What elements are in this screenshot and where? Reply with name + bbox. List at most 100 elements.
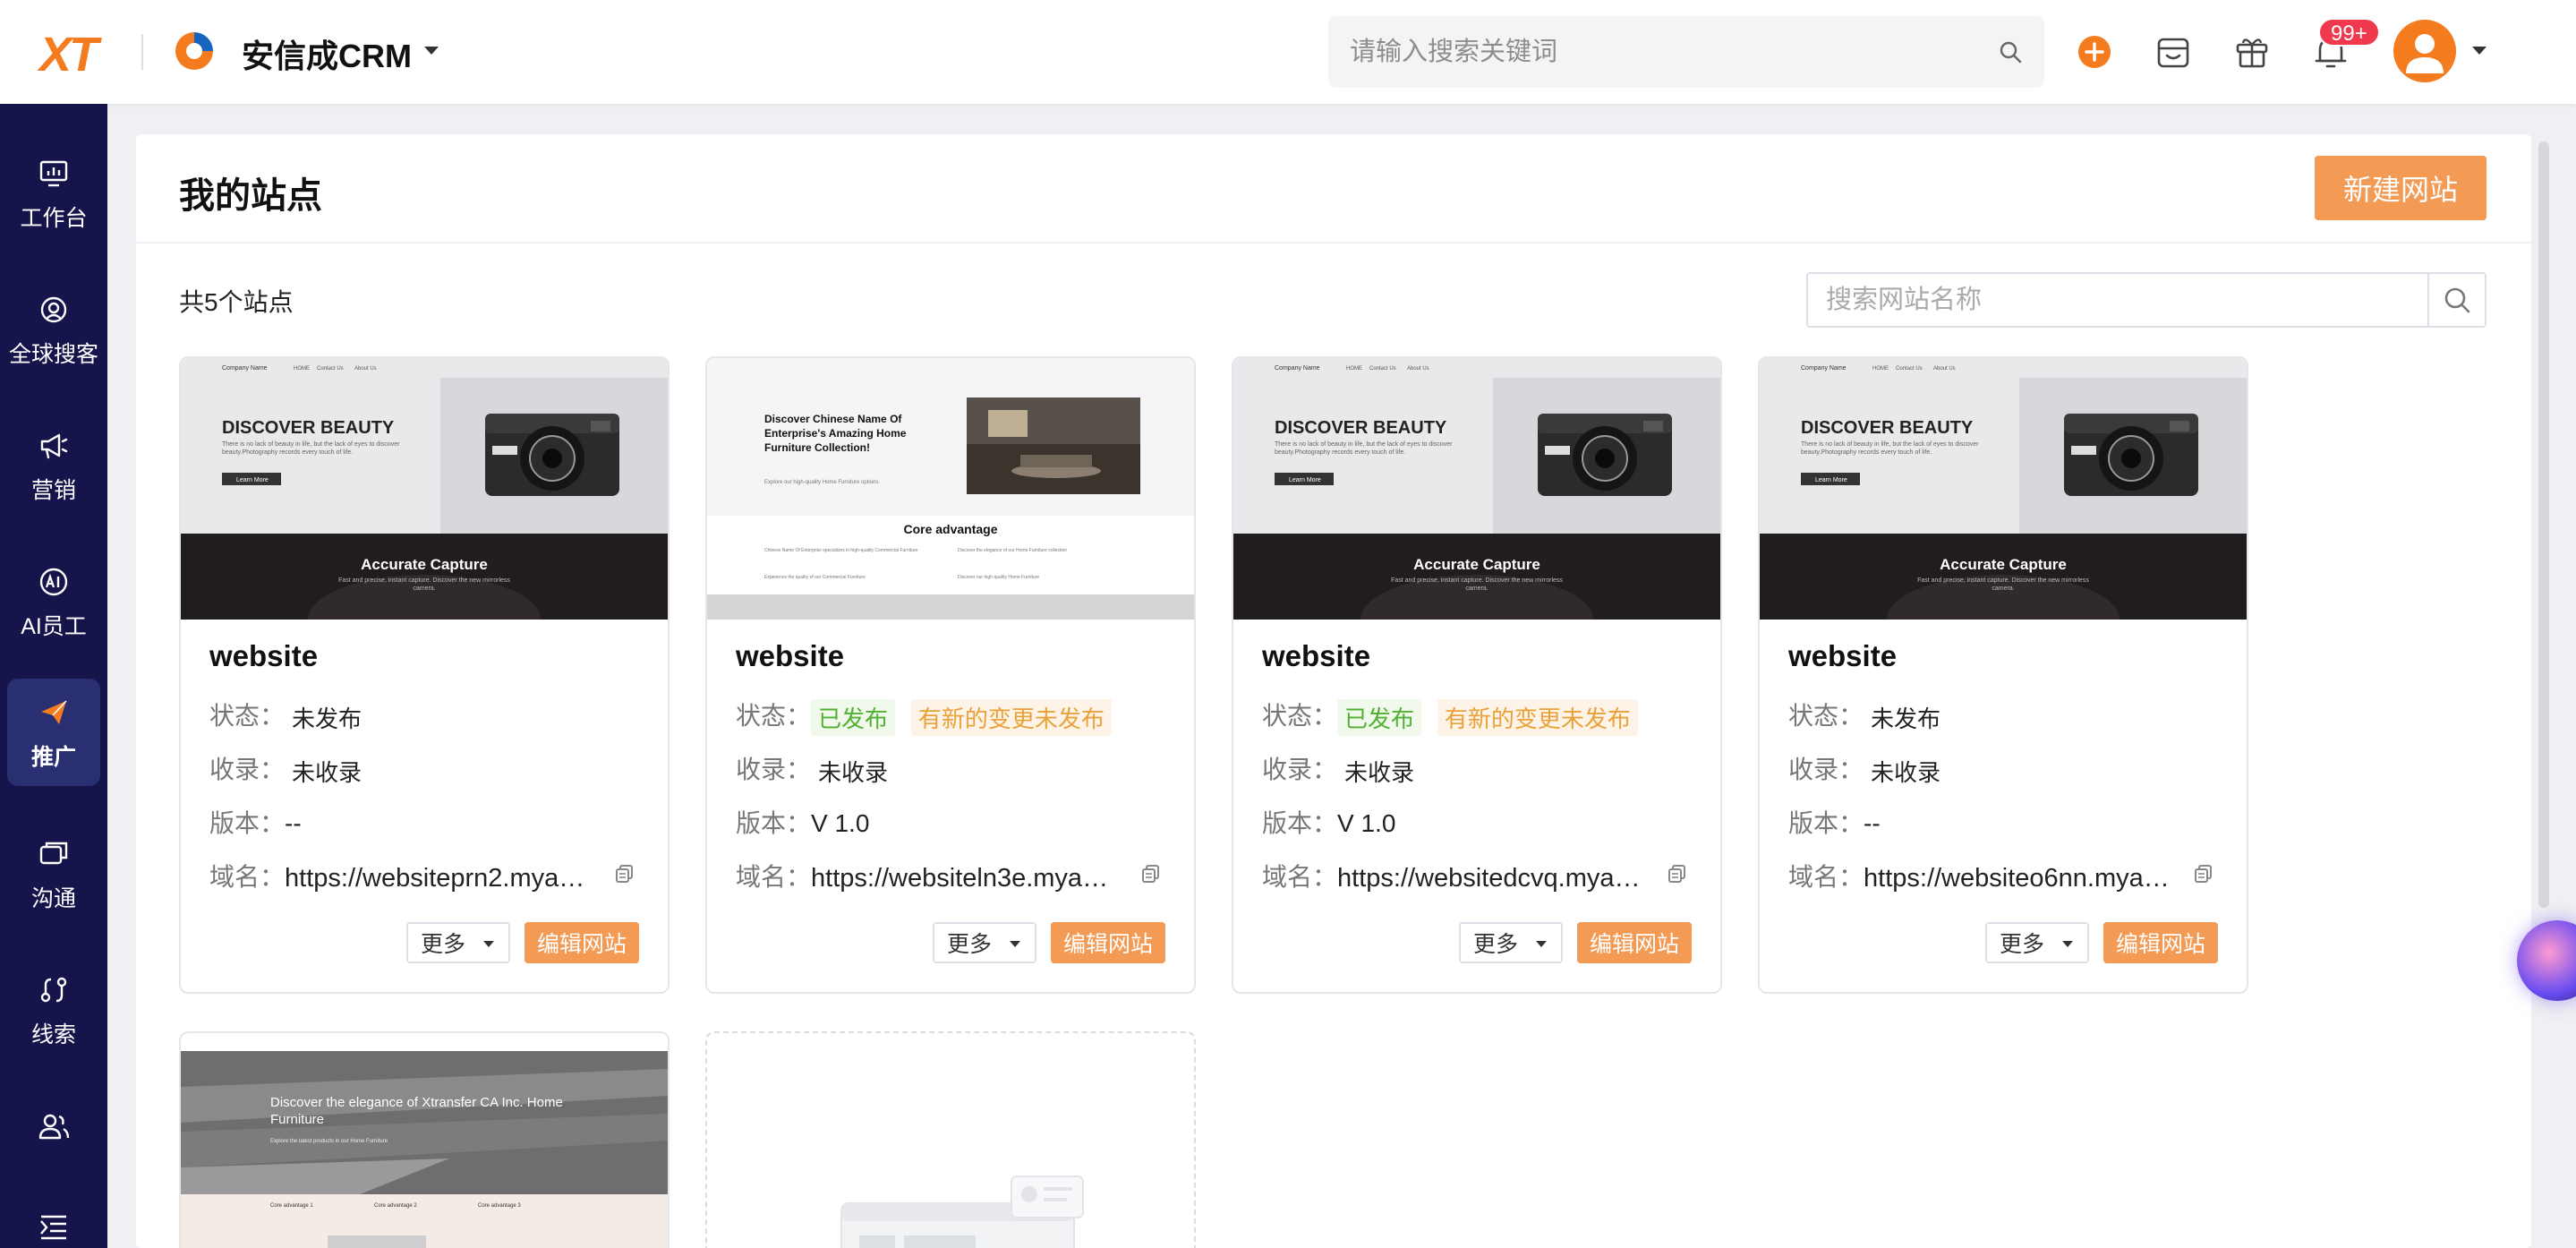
sidebar-item-label: AI员工 [21,614,87,639]
camera-illustration [485,414,619,496]
site-search-input[interactable] [1826,274,2417,326]
thumb-company: Company Name [222,365,268,372]
indexed-row: 收录： 未收录 [1788,750,1948,790]
thumb-hero-title: Discover the elegance of Xtransfer CA In… [270,1095,563,1127]
copy-icon[interactable] [2193,863,2214,885]
site-thumbnail[interactable]: Company Name HOME Contact Us About Us DI… [1760,358,2247,620]
sidebar-item-workbench[interactable]: 工作台 [7,140,100,247]
scrollbar[interactable] [2538,141,2549,908]
contacts-icon [38,1114,70,1140]
version-row: 版本：-- [1788,804,1881,840]
domain-link[interactable]: https://websitedcvq.myadmin.cn [1337,864,1645,893]
megaphone-icon [40,433,68,459]
more-button[interactable]: 更多 [1459,922,1563,963]
sidebar-item-collapse[interactable] [7,1192,100,1248]
more-button[interactable]: 更多 [1985,922,2089,963]
domain-link[interactable]: https://websiteprn2.myadmin.cn [285,864,593,893]
thumb-feature-1: Chinese Name Of Enterprise specializes i… [764,548,918,553]
sidebar-item-global-search[interactable]: 全球搜客 [7,276,100,383]
site-card[interactable]: Company Name HOME Contact Us About Us DI… [179,356,670,994]
indexed-label: 收录： [1788,756,1864,783]
site-thumbnail[interactable]: Discover the elegance of Xtransfer CA In… [181,1033,668,1248]
domain-label: 域名： [209,863,286,891]
version-label: 版本： [209,809,286,837]
thumb-hero-title: DISCOVER BEAUTY [1801,418,1974,438]
add-circle-icon[interactable] [2075,32,2114,72]
unpublished-changes-badge: 有新的变更未发布 [1437,699,1638,737]
paper-plane-icon [41,700,67,724]
indexed-row: 收录： 未收录 [209,750,369,790]
global-search-icon [40,296,67,323]
thumb-nav-home: HOME [1872,366,1889,372]
version-row: 版本：V 1.0 [736,804,869,840]
thumb-hero-sub: Explore the latest products in our Home … [270,1139,388,1144]
user-menu-chevron-icon[interactable] [2472,47,2486,55]
domain-label: 域名： [736,863,812,891]
chat-icon [39,842,68,865]
add-site-card[interactable] [705,1031,1196,1248]
more-label: 更多 [421,932,466,957]
sidebar-item-marketing[interactable]: 营销 [7,412,100,519]
sidebar: 工作台 全球搜客 营销 AI员工 推广 沟通 线索 [0,104,107,1248]
indexed-row: 收录： 未收录 [1262,750,1421,790]
app-title[interactable]: 安信成CRM [242,30,412,77]
more-button[interactable]: 更多 [933,922,1036,963]
thumb-feature-2: Core advantage 2 [374,1203,417,1209]
site-thumbnail[interactable]: Company Name HOME Contact Us About Us DI… [181,358,668,620]
avatar[interactable] [2393,20,2456,82]
more-label: 更多 [1473,932,1519,957]
indexed-row: 收录： 未收录 [736,750,895,790]
site-search-button[interactable] [2427,274,2485,326]
thumb-nav-home: HOME [1346,366,1362,372]
site-card[interactable]: Company Name HOME Contact Us About Us DI… [1232,356,1722,994]
furniture-photo [967,397,1140,494]
status-label: 状态： [1262,702,1338,730]
user-avatar-icon [2406,34,2444,73]
copy-icon[interactable] [614,863,635,885]
sidebar-item-communication[interactable]: 沟通 [7,820,100,927]
edit-site-button[interactable]: 编辑网站 [1577,922,1692,963]
sidebar-item-contacts[interactable] [7,1092,100,1200]
sidebar-item-leads[interactable]: 线索 [7,956,100,1064]
leads-icon [40,977,67,1003]
thumb-nav-contact: Contact Us [1896,366,1923,372]
status-label: 状态： [1788,702,1864,730]
site-thumbnail[interactable]: Company Name HOME Contact Us About Us DI… [1233,358,1720,620]
new-site-button[interactable]: 新建网站 [2315,156,2486,220]
store-icon[interactable] [2154,32,2193,72]
edit-site-button[interactable]: 编辑网站 [2103,922,2218,963]
indexed-value: 未收录 [818,759,889,787]
search-icon[interactable] [1998,39,2023,64]
status-label: 状态： [209,702,286,730]
version-value: V 1.0 [1337,809,1396,837]
sidebar-item-promotion[interactable]: 推广 [7,679,100,786]
thumb-nav-about: About Us [1933,366,1956,372]
thumb-hero-sub: There is no lack of beauty in life, but … [1275,441,1453,456]
divider [136,242,2531,244]
site-card[interactable]: Discover the elegance of Xtransfer CA In… [179,1031,670,1248]
thumb-band-title: Accurate Capture [361,556,488,573]
version-label: 版本： [1788,809,1864,837]
thumb-company: Company Name [1275,365,1320,372]
gift-icon[interactable] [2232,32,2272,72]
site-card[interactable]: Discover Chinese Name Of Enterprise's Am… [705,356,1196,994]
thumb-nav-contact: Contact Us [317,366,344,372]
camera-illustration [1538,414,1672,496]
site-card[interactable]: Company Name HOME Contact Us About Us DI… [1758,356,2248,994]
edit-site-button[interactable]: 编辑网站 [1051,922,1165,963]
domain-link[interactable]: https://websiteo6nn.myadmin.cn [1864,864,2171,893]
copy-icon[interactable] [1140,863,1162,885]
more-button[interactable]: 更多 [406,922,510,963]
sidebar-item-ai-staff[interactable]: AI员工 [7,548,100,655]
xt-logo[interactable]: XT [39,27,98,82]
global-search-input[interactable] [1350,16,1976,88]
page-title: 我的站点 [179,176,322,216]
copy-icon[interactable] [1667,863,1688,885]
domain-label: 域名： [1262,863,1338,891]
crm-logo-icon [175,32,213,70]
app-switcher-chevron-icon[interactable] [424,47,439,55]
domain-link[interactable]: https://websiteln3e.myadmin.cn [811,864,1119,893]
site-thumbnail[interactable]: Discover Chinese Name Of Enterprise's Am… [707,358,1194,620]
edit-site-button[interactable]: 编辑网站 [525,922,639,963]
thumb-feature-1: Core advantage 1 [270,1203,313,1209]
